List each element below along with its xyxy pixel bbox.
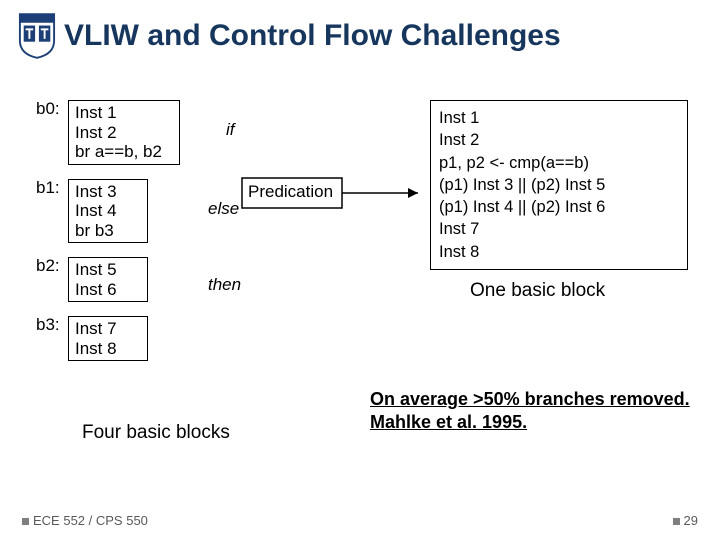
slide-title: VLIW and Control Flow Challenges xyxy=(64,19,561,53)
code-line: Inst 2 xyxy=(439,129,679,151)
caption-one-block: One basic block xyxy=(470,280,605,302)
block-label: b0: xyxy=(36,100,66,119)
bullet-icon xyxy=(673,518,680,525)
annot-else: else xyxy=(208,199,239,219)
footer-course: ECE 552 / CPS 550 xyxy=(22,513,148,528)
slide-footer: ECE 552 / CPS 550 29 xyxy=(22,513,698,528)
caption-four-blocks: Four basic blocks xyxy=(82,422,230,444)
block-b3: b3: Inst 7 Inst 8 xyxy=(36,316,336,361)
code-line: Inst 6 xyxy=(75,280,139,300)
code-line: Inst 7 xyxy=(439,218,679,240)
bullet-icon xyxy=(22,518,29,525)
block-b0: b0: Inst 1 Inst 2 br a==b, b2 if xyxy=(36,100,336,165)
course-code: ECE 552 / CPS 550 xyxy=(33,513,148,528)
page-number: 29 xyxy=(684,513,698,528)
code-line: (p1) Inst 3 || (p2) Inst 5 xyxy=(439,174,679,196)
citation-note: On average >50% branches removed. Mahlke… xyxy=(370,388,690,435)
code-line: Inst 3 xyxy=(75,182,139,202)
footer-page: 29 xyxy=(673,513,698,528)
block-label: b1: xyxy=(36,179,66,198)
code-line: Inst 5 xyxy=(75,260,139,280)
shield-logo-icon xyxy=(18,12,56,60)
code-line: br b3 xyxy=(75,221,139,241)
code-line: Inst 7 xyxy=(75,319,139,339)
block-box: Inst 1 Inst 2 br a==b, b2 xyxy=(68,100,180,165)
basic-blocks-column: b0: Inst 1 Inst 2 br a==b, b2 if b1: Ins… xyxy=(36,100,336,375)
block-label: b3: xyxy=(36,316,66,335)
note-line: Mahlke et al. 1995. xyxy=(370,411,690,434)
code-line: p1, p2 <- cmp(a==b) xyxy=(439,152,679,174)
slide-header: VLIW and Control Flow Challenges xyxy=(0,0,720,68)
code-line: Inst 4 xyxy=(75,201,139,221)
annot-then: then xyxy=(208,275,241,295)
block-box: Inst 5 Inst 6 xyxy=(68,257,148,302)
note-line: On average >50% branches removed. xyxy=(370,388,690,411)
code-line: br a==b, b2 xyxy=(75,142,171,162)
code-line: Inst 2 xyxy=(75,123,171,143)
block-label: b2: xyxy=(36,257,66,276)
predication-label: Predication xyxy=(248,182,333,202)
block-box: Inst 7 Inst 8 xyxy=(68,316,148,361)
block-box: Inst 3 Inst 4 br b3 xyxy=(68,179,148,244)
block-b2: b2: Inst 5 Inst 6 then xyxy=(36,257,336,302)
annot-if: if xyxy=(226,120,235,140)
code-line: Inst 8 xyxy=(75,339,139,359)
code-line: Inst 8 xyxy=(439,241,679,263)
predicated-block: Inst 1 Inst 2 p1, p2 <- cmp(a==b) (p1) I… xyxy=(430,100,688,270)
code-line: Inst 1 xyxy=(75,103,171,123)
code-line: Inst 1 xyxy=(439,107,679,129)
code-line: (p1) Inst 4 || (p2) Inst 6 xyxy=(439,196,679,218)
